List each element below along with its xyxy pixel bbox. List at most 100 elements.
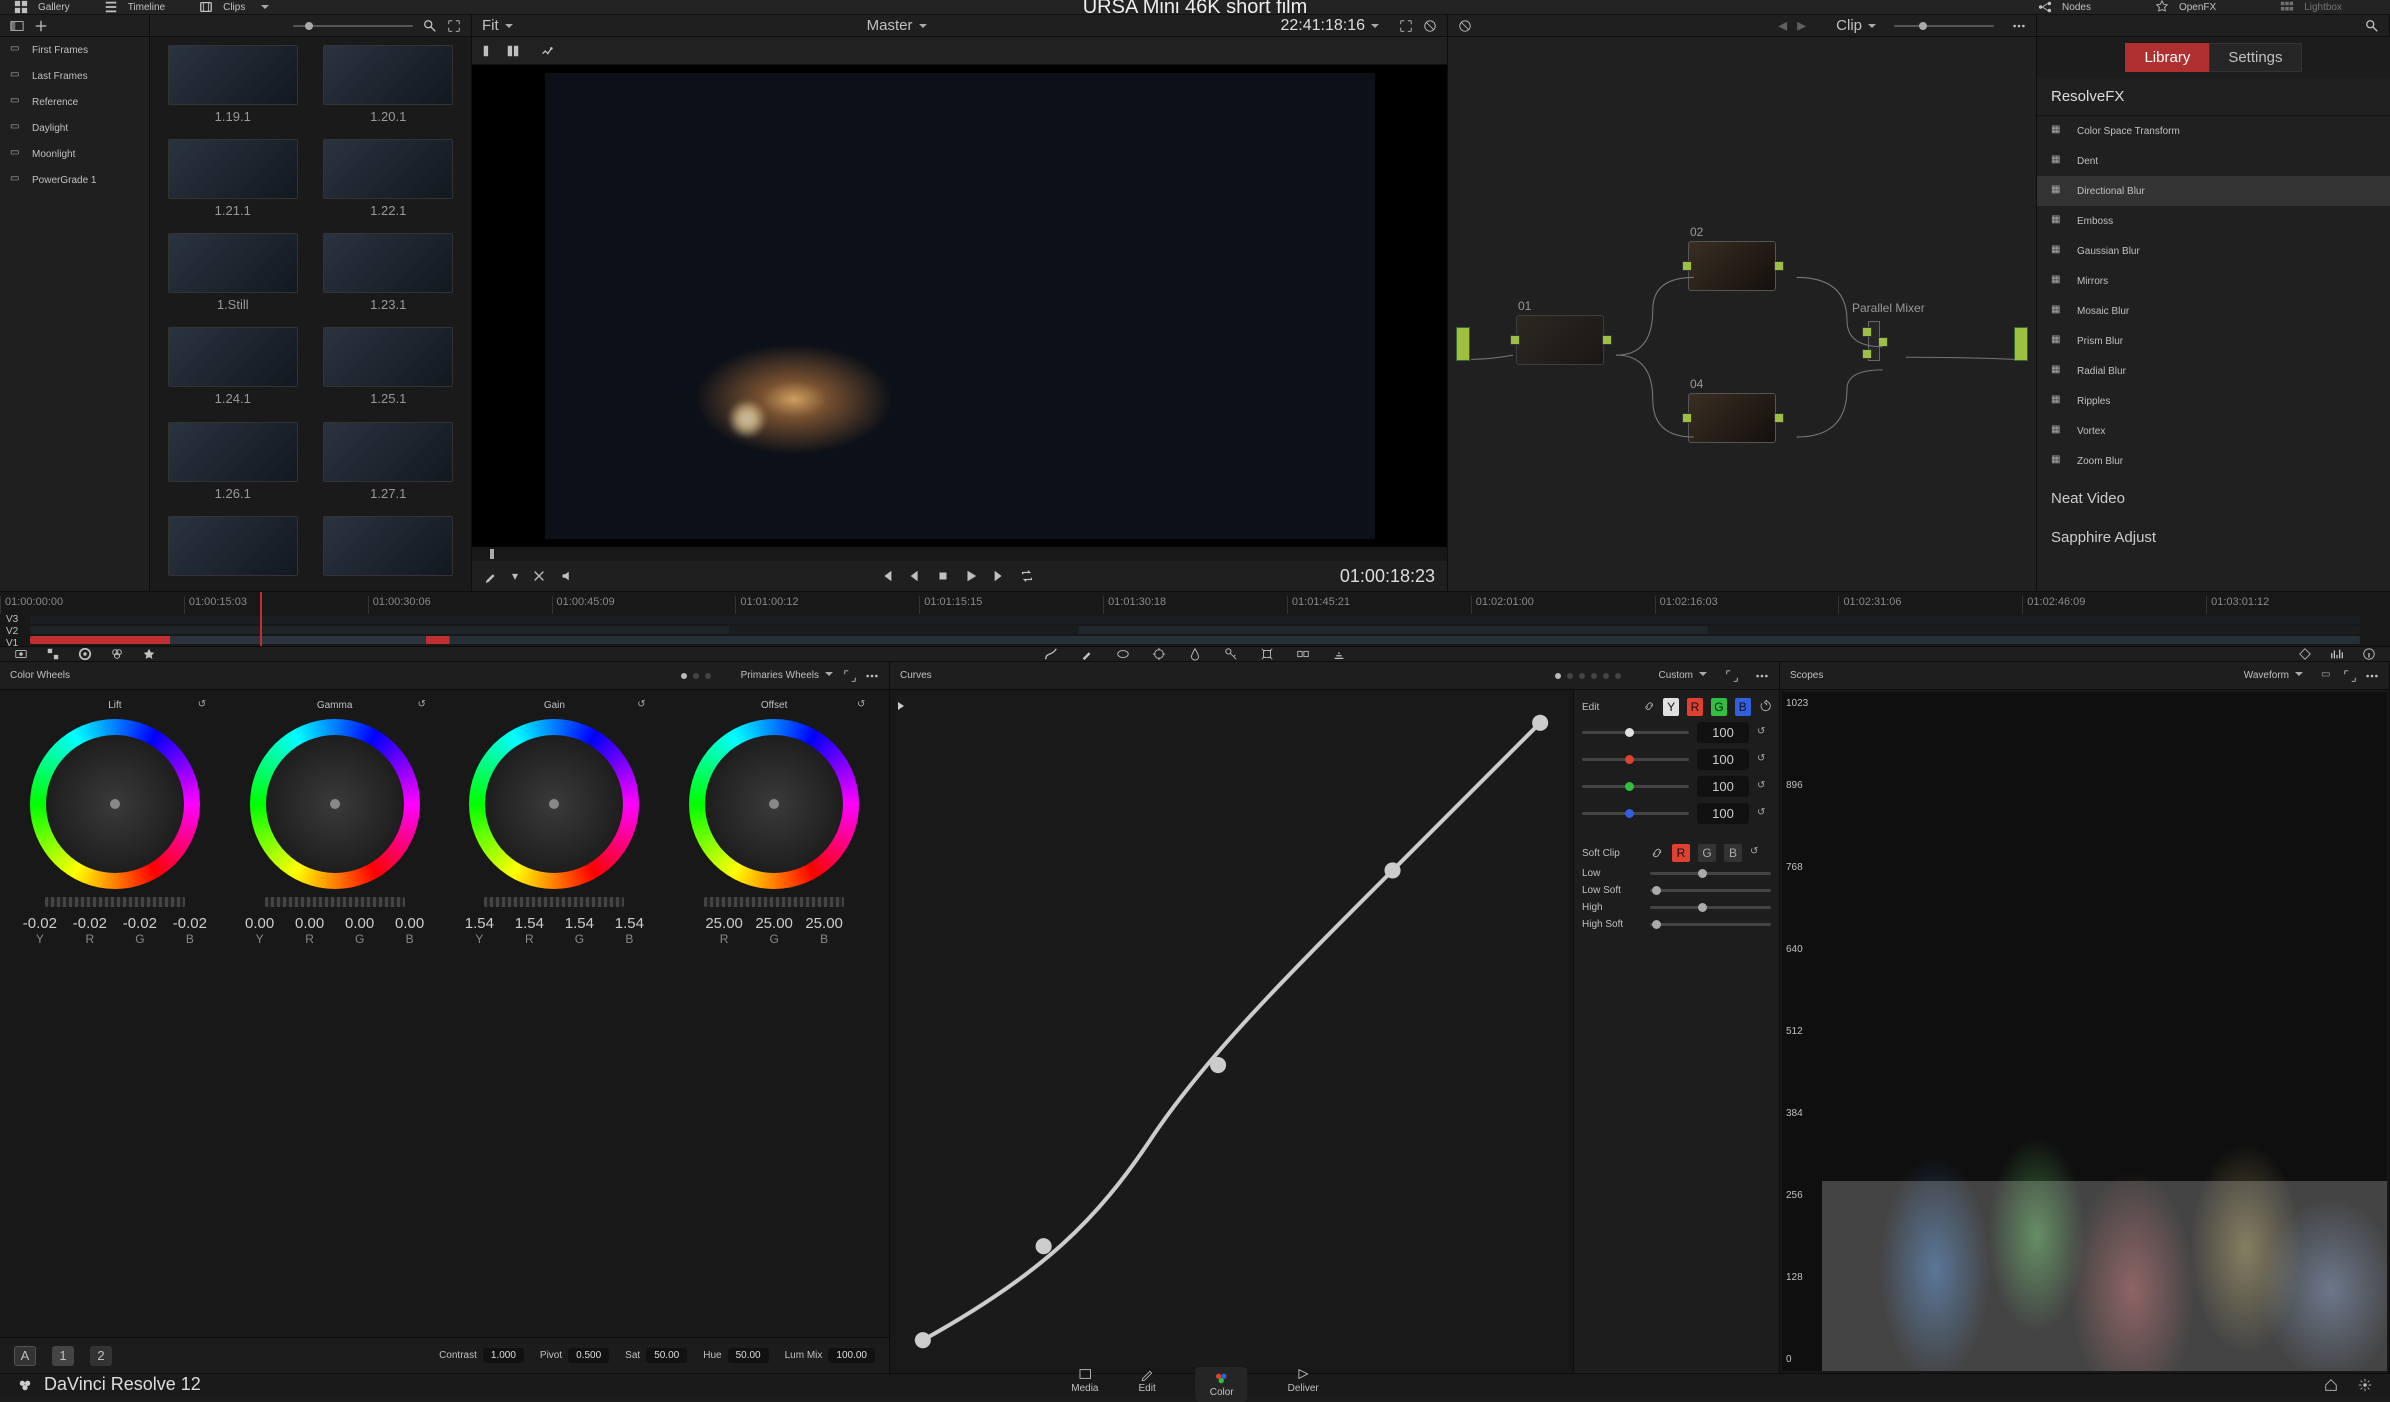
wheel-value[interactable]: -0.02 — [168, 915, 212, 932]
loop-icon[interactable] — [1020, 569, 1034, 583]
node-sink[interactable] — [2014, 327, 2028, 361]
clip-dropdown[interactable]: Clip — [1836, 17, 1876, 34]
sizing-icon[interactable] — [1260, 647, 1274, 661]
still-thumb[interactable]: 1.26.1 — [162, 422, 304, 508]
channel-g[interactable]: G — [1711, 698, 1727, 716]
wheels-mode-dropdown[interactable]: Primaries Wheels — [741, 670, 833, 681]
tracker-icon[interactable] — [1152, 647, 1166, 661]
node-output[interactable] — [1878, 337, 1888, 347]
wheel-value[interactable]: 0.00 — [288, 915, 332, 932]
reset-icon[interactable]: ↺ — [637, 699, 651, 713]
thumb-size-slider[interactable] — [293, 25, 413, 27]
key-icon[interactable] — [1224, 647, 1238, 661]
fx-search-icon[interactable] — [2365, 19, 2379, 33]
still-thumb[interactable]: 1.24.1 — [162, 327, 304, 413]
color-wheel[interactable] — [469, 719, 639, 889]
viewer-bypass-icon[interactable] — [1423, 19, 1437, 33]
viewer-timecode[interactable]: 01:00:18:23 — [1340, 566, 1435, 587]
jog-wheel[interactable] — [484, 897, 624, 907]
wheel-value[interactable]: 1.54 — [507, 915, 551, 932]
wheel-value[interactable]: 1.54 — [557, 915, 601, 932]
mini-timeline[interactable]: V3V2V1 01:00:00:0001:00:15:0301:00:30:06… — [0, 592, 2390, 647]
openfx-toggle[interactable]: OpenFX — [2155, 0, 2216, 14]
fx-category[interactable]: Neat Video — [2037, 476, 2390, 515]
step-back-icon[interactable] — [908, 569, 922, 583]
reset-icon[interactable] — [1759, 700, 1771, 714]
still-thumb[interactable]: 1.23.1 — [318, 233, 460, 319]
playhead[interactable] — [260, 592, 262, 646]
node-input[interactable] — [1862, 349, 1872, 359]
page-color[interactable]: Color — [1196, 1367, 1248, 1402]
tab-settings[interactable]: Settings — [2209, 43, 2301, 72]
node-04[interactable] — [1688, 393, 1776, 443]
mute-icon[interactable] — [560, 569, 574, 583]
viewer-highlight-icon[interactable] — [540, 44, 554, 58]
data-burn-icon[interactable] — [1332, 647, 1346, 661]
no-grade-icon[interactable] — [1458, 19, 1472, 33]
node-output[interactable] — [1774, 261, 1784, 271]
highsoft-slider[interactable] — [1650, 923, 1771, 926]
sc-channel-r[interactable]: R — [1672, 844, 1690, 862]
lightbox-toggle[interactable]: Lightbox — [2280, 0, 2342, 14]
node-options-icon[interactable] — [2012, 19, 2026, 33]
wheel-value[interactable]: 0.00 — [238, 915, 282, 932]
node-input[interactable] — [1682, 261, 1692, 271]
viewer-mode-icon[interactable] — [482, 44, 496, 58]
page-deliver[interactable]: Deliver — [1288, 1367, 1319, 1402]
reset-icon[interactable]: ↺ — [1757, 780, 1771, 794]
color-wheel[interactable] — [30, 719, 200, 889]
page-2[interactable]: 2 — [90, 1346, 112, 1366]
curves-palette-icon[interactable] — [1044, 647, 1058, 661]
fx-item[interactable]: ▦Dent — [2037, 146, 2390, 176]
settings-icon[interactable] — [2358, 1378, 2372, 1392]
wheel-value[interactable]: -0.02 — [118, 915, 162, 932]
fx-item[interactable]: ▦Mosaic Blur — [2037, 296, 2390, 326]
still-thumb[interactable] — [318, 516, 460, 583]
node-zoom-slider[interactable] — [1894, 25, 1994, 27]
still-thumb[interactable]: 1.20.1 — [318, 45, 460, 131]
intensity-y-slider[interactable] — [1582, 731, 1689, 734]
timeline-toggle[interactable]: Timeline — [104, 0, 165, 14]
jog-wheel[interactable] — [265, 897, 405, 907]
high-slider[interactable] — [1650, 906, 1771, 909]
options-icon[interactable] — [2365, 669, 2379, 683]
fx-item[interactable]: ▦Vortex — [2037, 416, 2390, 446]
channel-r[interactable]: R — [1687, 698, 1703, 716]
channel-y[interactable]: Y — [1663, 698, 1679, 716]
jog-wheel[interactable] — [704, 897, 844, 907]
lowsoft-slider[interactable] — [1650, 889, 1771, 892]
picker-icon[interactable] — [484, 569, 498, 583]
fx-item[interactable]: ▦Radial Blur — [2037, 356, 2390, 386]
prev-clip-icon[interactable] — [880, 569, 894, 583]
play-icon[interactable] — [964, 569, 978, 583]
album-reference[interactable]: ▭Reference — [0, 89, 149, 115]
lummix-value[interactable]: 100.00 — [828, 1348, 875, 1363]
viewer-scrubber[interactable] — [472, 547, 1447, 561]
expand-icon[interactable] — [843, 669, 857, 683]
gallery-toggle[interactable]: Gallery — [14, 0, 70, 14]
add-still-icon[interactable] — [34, 19, 48, 33]
rgb-mixer-icon[interactable] — [110, 647, 124, 661]
page-a[interactable]: A — [14, 1346, 36, 1366]
still-thumb[interactable]: 1.25.1 — [318, 327, 460, 413]
wheel-pager-dots[interactable] — [681, 673, 711, 679]
wheel-value[interactable]: -0.02 — [68, 915, 112, 932]
node-nav-prev[interactable]: ◂ — [1778, 15, 1787, 36]
curves-mode-dropdown[interactable]: Custom — [1659, 670, 1707, 681]
qualifier-icon[interactable] — [1080, 647, 1094, 661]
timeline-ruler[interactable]: 01:00:00:0001:00:15:0301:00:30:0601:00:4… — [0, 596, 2390, 614]
album-first-frames[interactable]: ▭First Frames — [0, 37, 149, 63]
channel-b[interactable]: B — [1735, 698, 1751, 716]
node-input[interactable] — [1682, 413, 1692, 423]
fx-item[interactable]: ▦Prism Blur — [2037, 326, 2390, 356]
still-thumb[interactable]: 1.27.1 — [318, 422, 460, 508]
tab-library[interactable]: Library — [2125, 43, 2209, 72]
blur-icon[interactable] — [1188, 647, 1202, 661]
intensity-g-value[interactable]: 100 — [1697, 776, 1749, 797]
intensity-y-value[interactable]: 100 — [1697, 722, 1749, 743]
jog-wheel[interactable] — [45, 897, 185, 907]
viewer-canvas[interactable] — [472, 65, 1447, 547]
fit-dropdown[interactable]: Fit — [482, 17, 513, 34]
color-match-icon[interactable] — [46, 647, 60, 661]
wheel-value[interactable]: -0.02 — [18, 915, 62, 932]
